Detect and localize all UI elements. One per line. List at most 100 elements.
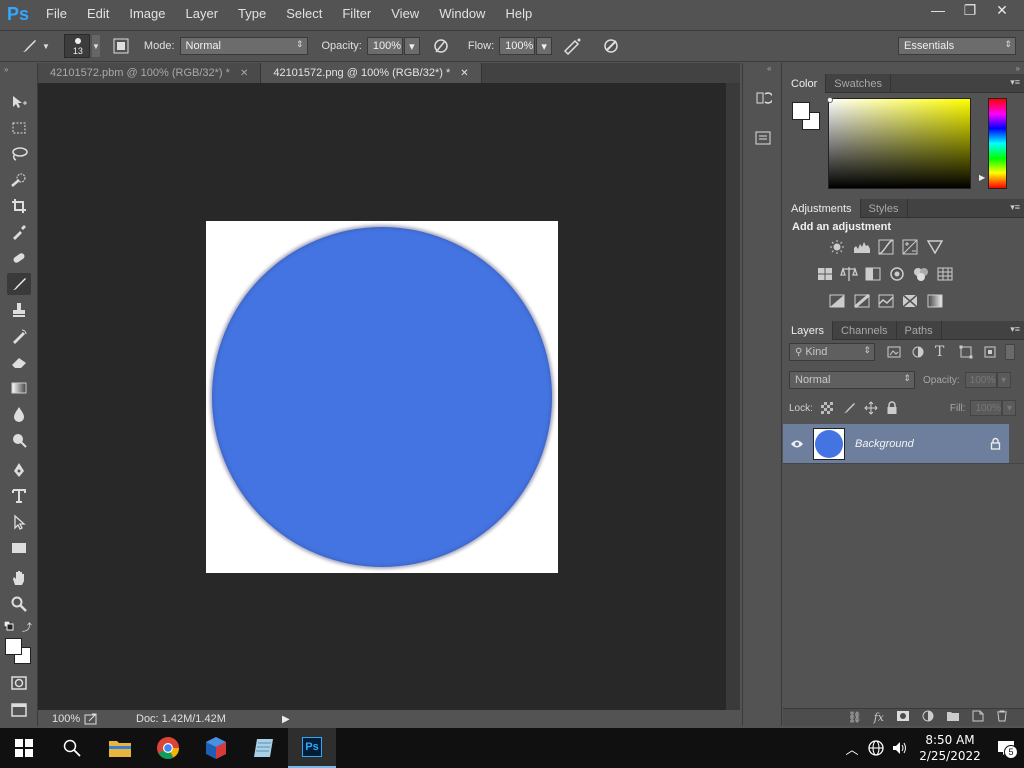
export-icon[interactable] (84, 713, 100, 725)
blur-tool-icon[interactable] (7, 403, 31, 425)
brush-tool-button-icon[interactable] (7, 273, 31, 295)
swap-colors-icon[interactable]: ⤴ (22, 619, 32, 634)
menu-image[interactable]: Image (119, 0, 175, 28)
eraser-tool-icon[interactable] (7, 351, 31, 373)
collapse-strip-icon[interactable]: « (767, 64, 771, 73)
type-tool-icon[interactable] (7, 485, 31, 507)
minimize-button[interactable]: — (922, 0, 954, 20)
collapse-toolbox-icon[interactable]: » (4, 65, 8, 74)
tab-styles[interactable]: Styles (861, 199, 908, 218)
tab-color[interactable]: Color (783, 74, 827, 93)
filter-pixel-icon[interactable] (887, 346, 901, 358)
layer-opacity-input[interactable]: 100% (964, 372, 997, 388)
hue-slider[interactable] (988, 98, 1007, 189)
filter-adjustment-icon[interactable] (911, 345, 925, 359)
windows-start-icon[interactable] (0, 728, 48, 768)
tab-document-pbm[interactable]: 42101572.pbm @ 100% (RGB/32*) * ✕ (38, 63, 262, 83)
default-colors-icon[interactable] (3, 620, 14, 631)
workspace-select[interactable]: Essentials ⇕ (898, 37, 1016, 55)
history-panel-icon[interactable] (752, 87, 774, 109)
close-tab-icon[interactable]: ✕ (240, 68, 248, 79)
foreground-color-swatch[interactable] (5, 638, 22, 655)
volume-icon[interactable] (888, 741, 912, 755)
document-image[interactable] (206, 221, 558, 573)
fill-arrow-icon[interactable]: ▾ (1002, 400, 1017, 416)
black-white-icon[interactable] (864, 266, 882, 282)
flow-input[interactable]: 100% (499, 37, 536, 55)
tab-document-png[interactable]: 42101572.png @ 100% (RGB/32*) * ✕ (261, 63, 482, 83)
layer-style-icon[interactable]: fx (874, 711, 884, 724)
quick-mask-icon[interactable] (7, 672, 31, 694)
link-layers-icon[interactable]: ⛓ (848, 711, 862, 724)
filter-type-icon[interactable]: T (935, 345, 949, 359)
curves-icon[interactable] (877, 239, 895, 255)
exposure-icon[interactable] (901, 239, 919, 255)
clock[interactable]: 8:50 AM 2/25/2022 (912, 732, 988, 764)
gradient-tool-icon[interactable] (7, 377, 31, 399)
crop-tool-icon[interactable] (7, 195, 31, 217)
opacity-dropdown-arrow-icon[interactable]: ▾ (403, 37, 420, 55)
healing-brush-tool-icon[interactable] (7, 247, 31, 269)
lock-image-icon[interactable] (842, 402, 856, 414)
status-menu-arrow-icon[interactable]: ▶ (282, 714, 290, 725)
layer-lock-icon[interactable] (981, 437, 1009, 450)
move-tool-icon[interactable] (7, 91, 31, 113)
pen-tool-icon[interactable] (7, 459, 31, 481)
eyedropper-tool-icon[interactable] (7, 221, 31, 243)
filter-shape-icon[interactable] (959, 345, 973, 359)
history-brush-tool-icon[interactable] (7, 325, 31, 347)
levels-icon[interactable] (853, 239, 871, 255)
channel-mixer-icon[interactable] (912, 266, 930, 282)
new-adjustment-layer-icon[interactable] (922, 710, 934, 725)
file-explorer-icon[interactable] (96, 728, 144, 768)
layer-mask-icon[interactable] (896, 710, 910, 725)
gradient-map-icon[interactable] (926, 293, 944, 309)
tool-preset-arrow-icon[interactable]: ▼ (42, 42, 50, 51)
color-spectrum-field[interactable] (828, 98, 971, 189)
posterize-icon[interactable] (853, 293, 871, 309)
delete-layer-icon[interactable] (996, 710, 1008, 725)
gradient-triangle-icon[interactable] (926, 239, 944, 255)
new-group-icon[interactable] (946, 710, 960, 725)
path-selection-tool-icon[interactable] (7, 511, 31, 533)
tab-swatches[interactable]: Swatches (826, 74, 891, 93)
new-layer-icon[interactable] (972, 710, 984, 725)
canvas-scrollbar[interactable] (726, 83, 740, 710)
brightness-contrast-icon[interactable] (828, 239, 846, 255)
canvas-area[interactable] (38, 83, 726, 710)
menu-edit[interactable]: Edit (77, 0, 119, 28)
brush-preset-picker[interactable]: 13 (63, 34, 90, 58)
panel-menu-icon[interactable]: ▾≡ (1010, 324, 1020, 335)
panel-menu-icon[interactable]: ▾≡ (1010, 202, 1020, 213)
screen-mode-icon[interactable] (7, 699, 31, 721)
airbrush-icon[interactable] (562, 35, 584, 57)
layer-row-background[interactable]: Background (783, 424, 1009, 463)
lock-all-icon[interactable] (886, 401, 898, 415)
menu-help[interactable]: Help (495, 0, 542, 28)
photoshop-taskbar-icon[interactable]: Ps (288, 728, 336, 768)
threshold-icon[interactable] (877, 293, 895, 309)
hand-tool-icon[interactable] (7, 567, 31, 589)
menu-layer[interactable]: Layer (176, 0, 229, 28)
clone-stamp-tool-icon[interactable] (7, 299, 31, 321)
color-picker-cursor[interactable] (827, 97, 833, 103)
tab-layers[interactable]: Layers (783, 321, 834, 340)
network-icon[interactable] (864, 740, 888, 756)
lock-transparent-icon[interactable] (820, 402, 833, 414)
opacity-input[interactable]: 100% (366, 37, 403, 55)
collapse-panels-icon[interactable]: » (1016, 64, 1020, 73)
close-button[interactable]: ✕ (986, 0, 1018, 20)
photo-filter-icon[interactable] (888, 266, 906, 282)
foreground-color-box[interactable] (792, 102, 810, 120)
menu-file[interactable]: File (36, 0, 77, 28)
menu-select[interactable]: Select (276, 0, 332, 28)
rectangle-tool-icon[interactable] (7, 537, 31, 559)
brush-panel-toggle-icon[interactable] (110, 35, 132, 57)
chevron-up-icon[interactable]: ︿ (840, 739, 864, 758)
lasso-tool-icon[interactable] (7, 143, 31, 165)
mode-select[interactable]: Normal ⇕ (179, 37, 308, 55)
menu-filter[interactable]: Filter (332, 0, 381, 28)
chrome-icon[interactable] (144, 728, 192, 768)
panel-menu-icon[interactable]: ▾≡ (1010, 77, 1020, 88)
quick-selection-tool-icon[interactable] (7, 169, 31, 191)
